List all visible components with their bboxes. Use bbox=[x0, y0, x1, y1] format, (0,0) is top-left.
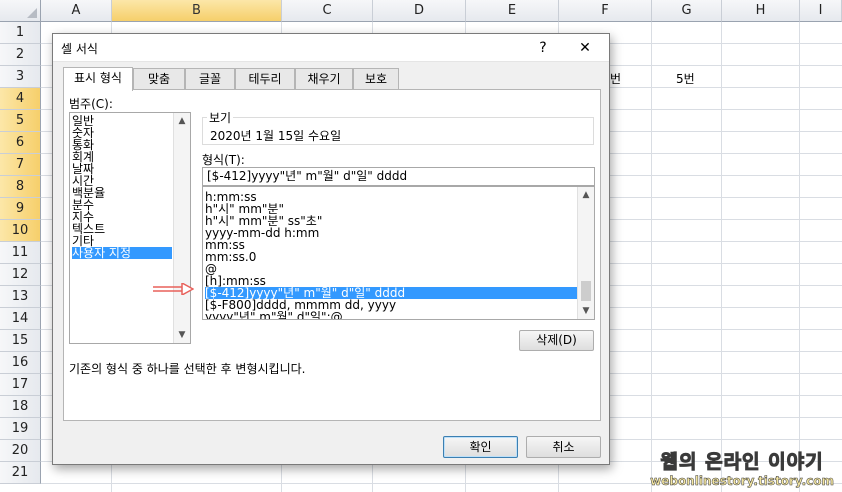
column-header-b[interactable]: B bbox=[112, 0, 282, 22]
row-header-17[interactable]: 17 bbox=[0, 374, 41, 396]
tab-protection[interactable]: 보호 bbox=[353, 68, 399, 89]
type-label: 형식(T): bbox=[202, 153, 245, 167]
format-cells-dialog: 셀 서식 ? ✕ 표시 형식 맞춤 글꼴 테두리 채우기 보호 범주(C): 일… bbox=[52, 33, 610, 465]
tab-alignment[interactable]: 맞춤 bbox=[133, 68, 185, 89]
cell-g3[interactable]: 5번 bbox=[676, 70, 695, 87]
row-header-16[interactable]: 16 bbox=[0, 352, 41, 374]
scroll-thumb[interactable] bbox=[581, 281, 591, 301]
scroll-down-icon[interactable]: ▼ bbox=[174, 327, 190, 343]
row-header-5[interactable]: 5 bbox=[0, 110, 41, 132]
scroll-up-icon[interactable]: ▲ bbox=[174, 113, 190, 129]
watermark: 웹의 온라인 이야기 webonlinestory.tistory.com bbox=[650, 447, 834, 489]
scroll-down-icon[interactable]: ▼ bbox=[578, 303, 594, 319]
tab-number[interactable]: 표시 형식 bbox=[63, 67, 133, 91]
row-header-1[interactable]: 1 bbox=[0, 22, 41, 44]
category-scrollbar[interactable]: ▲ ▼ bbox=[173, 113, 190, 343]
row-header-13[interactable]: 13 bbox=[0, 286, 41, 308]
column-header-g[interactable]: G bbox=[652, 0, 722, 22]
column-header-h[interactable]: H bbox=[722, 0, 800, 22]
tab-border[interactable]: 테두리 bbox=[235, 68, 295, 89]
category-list[interactable]: 일반 숫자 통화 회계 날짜 시간 백분율 분수 지수 텍스트 기타 사용자 지… bbox=[69, 112, 191, 344]
format-scrollbar[interactable]: ▲ ▼ bbox=[577, 187, 594, 319]
row-header-10[interactable]: 10 bbox=[0, 220, 41, 242]
grid-line bbox=[651, 22, 652, 492]
ok-button[interactable]: 확인 bbox=[443, 436, 518, 458]
column-header-c[interactable]: C bbox=[282, 0, 373, 22]
close-button[interactable]: ✕ bbox=[573, 37, 597, 59]
type-input[interactable]: [$-412]yyyy"년" m"월" d"일" dddd bbox=[202, 167, 595, 186]
delete-button[interactable]: 삭제(D) bbox=[519, 330, 594, 351]
format-list[interactable]: h:mm:ss h"시" mm"분" h"시" mm"분" ss"초" yyyy… bbox=[202, 186, 595, 320]
annotation-arrow-icon bbox=[153, 283, 194, 295]
dialog-titlebar[interactable]: 셀 서식 ? ✕ bbox=[53, 34, 609, 62]
row-header-6[interactable]: 6 bbox=[0, 132, 41, 154]
row-header-7[interactable]: 7 bbox=[0, 154, 41, 176]
row-header-9[interactable]: 9 bbox=[0, 198, 41, 220]
cell-f3[interactable]: 번 bbox=[610, 70, 621, 87]
category-label: 범주(C): bbox=[69, 97, 113, 111]
watermark-title: 웹의 온라인 이야기 bbox=[660, 451, 824, 474]
row-header-14[interactable]: 14 bbox=[0, 308, 41, 330]
row-header-21[interactable]: 21 bbox=[0, 462, 41, 484]
column-header-e[interactable]: E bbox=[466, 0, 559, 22]
number-panel: 범주(C): 일반 숫자 통화 회계 날짜 시간 백분율 분수 지수 텍스트 기… bbox=[63, 89, 601, 421]
row-header-12[interactable]: 12 bbox=[0, 264, 41, 286]
row-header-20[interactable]: 20 bbox=[0, 440, 41, 462]
category-item-selected[interactable]: 사용자 지정 bbox=[72, 247, 172, 259]
row-header-3[interactable]: 3 bbox=[0, 66, 41, 88]
row-header-2[interactable]: 2 bbox=[0, 44, 41, 66]
row-header-15[interactable]: 15 bbox=[0, 330, 41, 352]
format-item[interactable]: mm:ss.0 bbox=[205, 251, 577, 263]
scroll-up-icon[interactable]: ▲ bbox=[578, 187, 594, 203]
grid-line bbox=[721, 22, 722, 492]
cancel-button[interactable]: 취소 bbox=[526, 436, 601, 458]
column-header-d[interactable]: D bbox=[373, 0, 466, 22]
row-header-11[interactable]: 11 bbox=[0, 242, 41, 264]
format-item[interactable]: yyyy"년" m"월" d"일";@ bbox=[205, 311, 577, 319]
grid-line bbox=[799, 22, 800, 492]
format-item[interactable]: yyyy-mm-dd h:mm bbox=[205, 227, 577, 239]
sample-label: 보기 bbox=[207, 109, 234, 126]
row-header-8[interactable]: 8 bbox=[0, 176, 41, 198]
watermark-url: webonlinestory.tistory.com bbox=[650, 474, 834, 489]
help-button[interactable]: ? bbox=[531, 37, 555, 59]
format-item[interactable]: mm:ss bbox=[205, 239, 577, 251]
row-header-19[interactable]: 19 bbox=[0, 418, 41, 440]
sample-value: 2020년 1월 15일 수요일 bbox=[210, 129, 342, 143]
description-text: 기존의 형식 중 하나를 선택한 후 변형시킵니다. bbox=[69, 362, 306, 376]
row-header-4[interactable]: 4 bbox=[0, 88, 41, 110]
row-header-18[interactable]: 18 bbox=[0, 396, 41, 418]
dialog-title: 셀 서식 bbox=[61, 42, 98, 56]
column-header-i[interactable]: I bbox=[800, 0, 842, 22]
column-header-f[interactable]: F bbox=[559, 0, 652, 22]
tab-fill[interactable]: 채우기 bbox=[295, 68, 353, 89]
select-all-corner[interactable] bbox=[0, 0, 41, 22]
tab-font[interactable]: 글꼴 bbox=[185, 68, 235, 89]
column-header-a[interactable]: A bbox=[41, 0, 112, 22]
